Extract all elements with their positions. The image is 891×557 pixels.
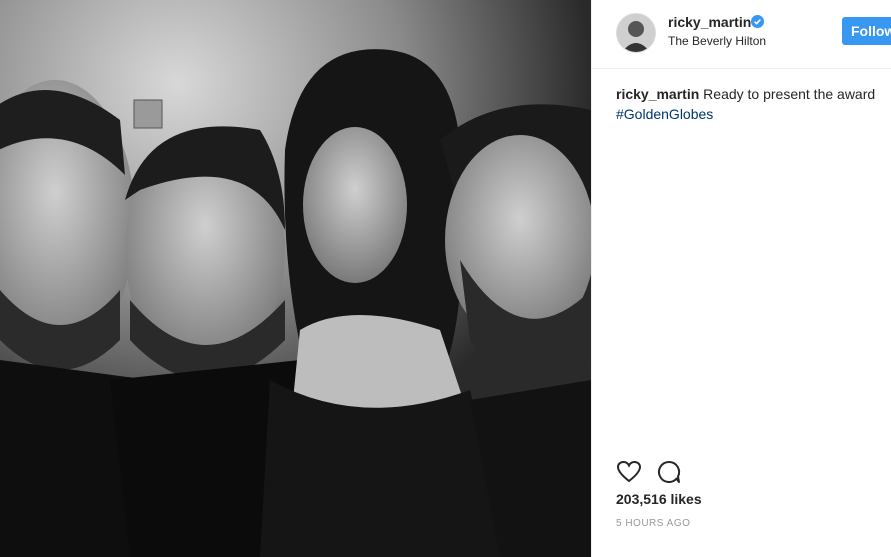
location-link[interactable]: The Beverly Hilton [668,34,766,48]
username-link[interactable]: ricky_martin [668,14,751,30]
hashtag-link[interactable]: #GoldenGlobes [616,106,713,122]
follow-button[interactable]: Follow [842,17,891,45]
post-photo[interactable] [0,0,591,557]
verified-badge-icon [751,15,764,28]
heart-icon[interactable] [616,459,642,485]
caption-text: Ready to present the award [699,86,876,102]
post-details-panel: ricky_martin The Beverly Hilton Follow r… [591,0,891,557]
avatar[interactable] [616,13,656,53]
post-header: ricky_martin The Beverly Hilton Follow [592,0,891,69]
post-timestamp[interactable]: 5 HOURS AGO [616,518,690,529]
post-caption: ricky_martin Ready to present the award … [616,84,884,124]
comment-icon[interactable] [656,459,682,485]
likes-count[interactable]: 203,516 likes [616,491,702,507]
caption-username-link[interactable]: ricky_martin [616,86,699,102]
avatar-image [617,14,655,52]
post-photo-image [0,0,591,557]
